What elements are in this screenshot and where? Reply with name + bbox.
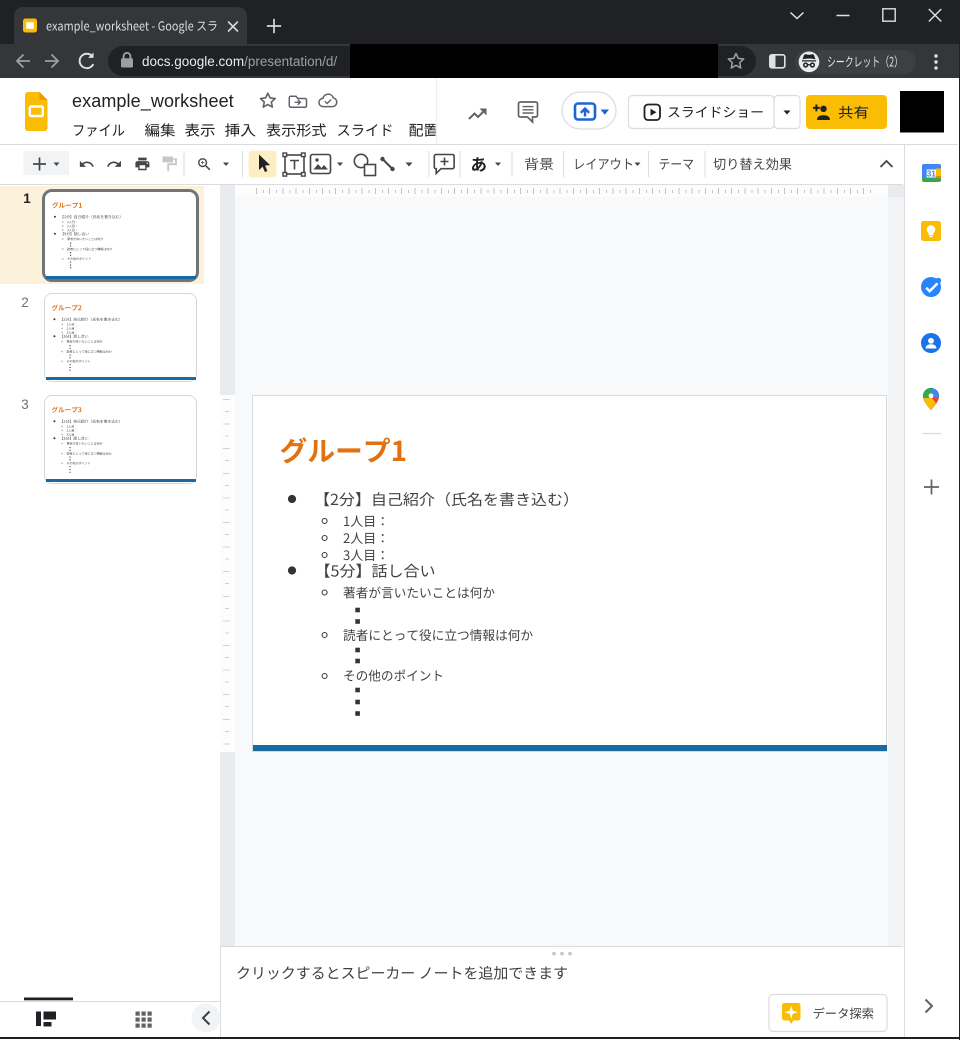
svg-text:31: 31 [927, 170, 937, 179]
